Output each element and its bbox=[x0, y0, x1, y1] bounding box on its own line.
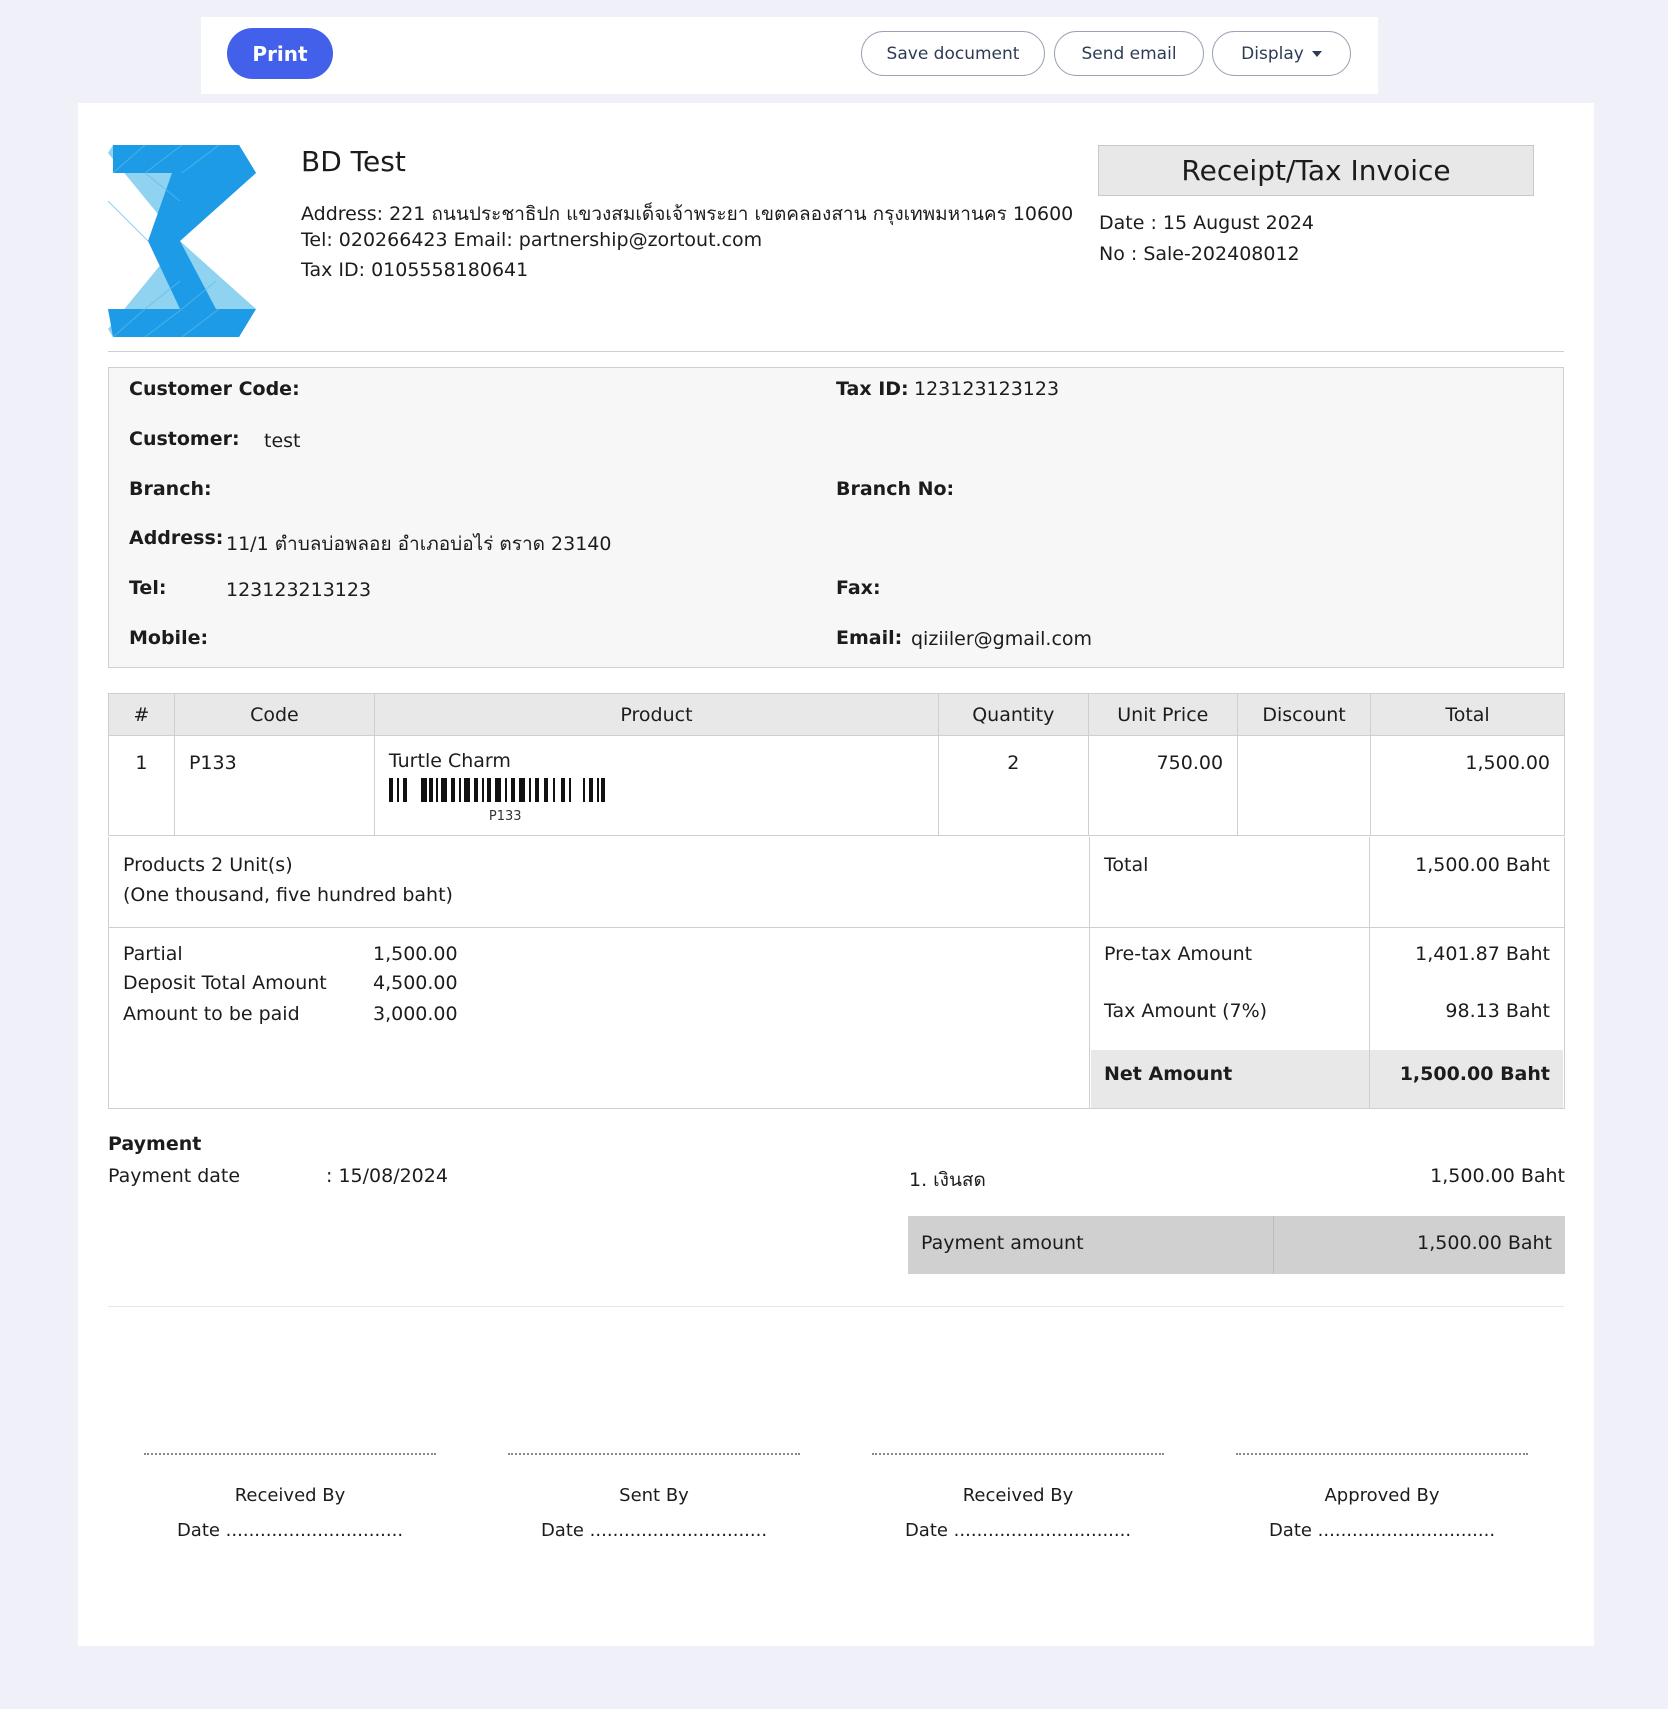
invoice-document: BD Test Address: 221 ถนนประชาธิปก แขวงสม… bbox=[78, 103, 1594, 1646]
signature-line bbox=[1236, 1453, 1528, 1455]
signature-date: Date ............................... bbox=[540, 1520, 768, 1541]
document-date: Date : 15 August 2024 bbox=[1099, 212, 1314, 234]
signature-date: Date ............................... bbox=[1268, 1520, 1496, 1541]
signature-title: Received By bbox=[234, 1485, 346, 1506]
deposit-label: Deposit Total Amount bbox=[123, 972, 327, 994]
signature-title: Received By bbox=[962, 1485, 1074, 1506]
payment-date-label: Payment date bbox=[108, 1165, 241, 1187]
tax-label: Tax Amount (7%) bbox=[1104, 1000, 1268, 1022]
payment-title: Payment bbox=[108, 1133, 202, 1155]
payment-amount-bar: Payment amount 1,500.00 Baht bbox=[908, 1216, 1565, 1274]
customer-tel-value: 123123213123 bbox=[226, 579, 372, 601]
col-header-total: Total bbox=[1370, 693, 1565, 736]
partial-value: 1,500.00 bbox=[373, 943, 458, 965]
display-label: Display bbox=[1241, 43, 1304, 64]
customer-name-label: Customer: bbox=[129, 428, 240, 450]
row-number: 1 bbox=[108, 735, 175, 836]
payment-amount-label: Payment amount bbox=[921, 1232, 1084, 1254]
summary-row-divider bbox=[109, 927, 1564, 928]
items-header-row: # Code Product Quantity Unit Price Disco… bbox=[108, 693, 1565, 736]
signature-line bbox=[144, 1453, 436, 1455]
tax-value: 98.13 Baht bbox=[1445, 1000, 1550, 1022]
items-table: # Code Product Quantity Unit Price Disco… bbox=[108, 693, 1565, 836]
col-header-unit-price: Unit Price bbox=[1087, 693, 1239, 736]
summary-divider-left bbox=[1089, 837, 1090, 1109]
net-amount-value: 1,500.00 Baht bbox=[1399, 1063, 1550, 1085]
customer-tax-label: Tax ID: bbox=[836, 378, 909, 400]
company-name: BD Test bbox=[301, 145, 406, 178]
signature-date: Date ............................... bbox=[904, 1520, 1132, 1541]
barcode-image bbox=[388, 778, 605, 802]
row-discount bbox=[1237, 735, 1372, 836]
signature-title: Approved By bbox=[1324, 1485, 1440, 1506]
col-header-number: # bbox=[108, 693, 175, 736]
total-value: 1,500.00 Baht bbox=[1415, 854, 1550, 876]
signature-approved-by: Approved By Date .......................… bbox=[1236, 1453, 1528, 1541]
customer-branch-no-label: Branch No: bbox=[836, 478, 955, 500]
display-dropdown-button[interactable]: Display bbox=[1212, 31, 1351, 76]
document-number: No : Sale-202408012 bbox=[1099, 243, 1300, 265]
print-button[interactable]: Print bbox=[227, 28, 333, 79]
payment-amount-divider bbox=[1273, 1216, 1274, 1274]
pretax-label: Pre-tax Amount bbox=[1104, 943, 1253, 965]
row-product-cell: Turtle Charm P133 bbox=[373, 735, 940, 836]
company-logo bbox=[108, 145, 256, 337]
row-product-name: Turtle Charm bbox=[388, 750, 511, 772]
row-unit-price: 750.00 bbox=[1087, 735, 1239, 836]
signature-received-by-2: Received By Date .......................… bbox=[872, 1453, 1164, 1541]
customer-mobile-label: Mobile: bbox=[129, 627, 209, 649]
col-header-quantity: Quantity bbox=[938, 693, 1089, 736]
customer-branch-label: Branch: bbox=[129, 478, 212, 500]
unit-count: Products 2 Unit(s) bbox=[123, 854, 293, 876]
customer-email-label: Email: bbox=[836, 627, 903, 649]
to-pay-value: 3,000.00 bbox=[373, 1003, 458, 1025]
to-pay-label: Amount to be paid bbox=[123, 1003, 300, 1025]
payment-method-amount: 1,500.00 Baht bbox=[1430, 1165, 1565, 1187]
customer-info-panel: Customer Code: Tax ID: 123123123123 Cust… bbox=[108, 367, 1564, 668]
signature-line bbox=[872, 1453, 1164, 1455]
row-quantity: 2 bbox=[938, 735, 1089, 836]
document-title: Receipt/Tax Invoice bbox=[1098, 145, 1534, 196]
signature-line bbox=[508, 1453, 800, 1455]
barcode-text: P133 bbox=[488, 809, 522, 824]
customer-address-label: Address: bbox=[129, 527, 224, 549]
summary-panel: Products 2 Unit(s) (One thousand, five h… bbox=[108, 837, 1565, 1109]
header-divider bbox=[108, 351, 1564, 352]
deposit-value: 4,500.00 bbox=[373, 972, 458, 994]
send-email-button[interactable]: Send email bbox=[1054, 31, 1204, 76]
toolbar: Print Save document Send email Display bbox=[201, 17, 1378, 94]
table-row: 1 P133 Turtle Charm P133 2 750.00 1,500.… bbox=[108, 735, 1565, 836]
payment-date-value: : 15/08/2024 bbox=[326, 1165, 448, 1187]
payment-method: 1. เงินสด bbox=[909, 1169, 986, 1191]
signature-received-by: Received By Date .......................… bbox=[144, 1453, 436, 1541]
col-header-product: Product bbox=[373, 693, 940, 736]
customer-tel-label: Tel: bbox=[129, 577, 167, 599]
signature-title: Sent By bbox=[619, 1485, 689, 1506]
customer-name-value: test bbox=[264, 430, 301, 452]
customer-email-value: qiziiler@gmail.com bbox=[911, 628, 1093, 650]
company-contact: Tel: 020266423 Email: partnership@zortou… bbox=[301, 229, 763, 251]
col-header-discount: Discount bbox=[1237, 693, 1372, 736]
total-label: Total bbox=[1104, 854, 1149, 876]
row-code: P133 bbox=[173, 735, 375, 836]
company-tax-id: Tax ID: 0105558180641 bbox=[301, 259, 529, 281]
customer-tax-value: 123123123123 bbox=[914, 378, 1060, 400]
row-total: 1,500.00 bbox=[1370, 735, 1565, 836]
amount-in-words: (One thousand, five hundred baht) bbox=[123, 884, 453, 906]
footer-divider bbox=[108, 1306, 1564, 1307]
save-document-button[interactable]: Save document bbox=[861, 31, 1045, 76]
net-divider bbox=[1369, 1050, 1370, 1108]
payment-amount-value: 1,500.00 Baht bbox=[1417, 1232, 1552, 1254]
signature-date: Date ............................... bbox=[176, 1520, 404, 1541]
col-header-code: Code bbox=[173, 693, 375, 736]
net-amount-label: Net Amount bbox=[1104, 1063, 1233, 1085]
signature-sent-by: Sent By Date ...........................… bbox=[508, 1453, 800, 1541]
customer-code-label: Customer Code: bbox=[129, 378, 300, 400]
customer-address-value: 11/1 ตำบลบ่อพลอย อำเภอบ่อไร่ ตราด 23140 bbox=[226, 533, 612, 555]
pretax-value: 1,401.87 Baht bbox=[1415, 943, 1550, 965]
company-address: Address: 221 ถนนประชาธิปก แขวงสมเด็จเจ้า… bbox=[301, 203, 1074, 225]
partial-label: Partial bbox=[123, 943, 183, 965]
caret-down-icon bbox=[1311, 50, 1322, 57]
customer-fax-label: Fax: bbox=[836, 577, 881, 599]
